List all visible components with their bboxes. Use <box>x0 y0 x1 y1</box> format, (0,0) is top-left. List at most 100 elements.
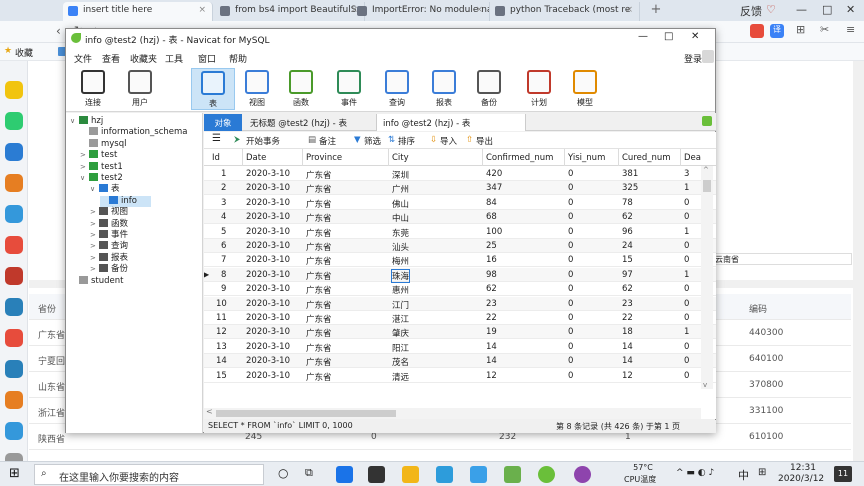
cell-confirmed_num[interactable]: 14 <box>486 342 497 352</box>
column-header[interactable]: Cured_num <box>622 153 671 163</box>
tree-node-test2[interactable]: ∨ test2 <box>80 173 123 184</box>
cell-confirmed_num[interactable]: 68 <box>486 212 497 222</box>
cell-confirmed_num[interactable]: 84 <box>486 198 497 208</box>
cell-confirmed_num[interactable]: 25 <box>486 241 497 251</box>
column-separator[interactable] <box>564 149 565 166</box>
cell-cured_num[interactable]: 14 <box>622 342 633 352</box>
cell-province[interactable]: 广东省 <box>306 313 332 325</box>
cell-cured_num[interactable]: 97 <box>622 270 633 280</box>
cell-city[interactable]: 中山 <box>392 212 409 224</box>
cell-city[interactable]: 深圳 <box>392 169 409 181</box>
table-row[interactable]: 2 2020-3-10 广东省 广州 347 0 325 1 <box>204 181 716 196</box>
tab-menu-icon[interactable] <box>702 116 712 126</box>
column-separator[interactable] <box>618 149 619 166</box>
cell-yisi_num[interactable]: 0 <box>568 169 573 179</box>
cell-province[interactable]: 广东省 <box>306 356 332 368</box>
cell-cured_num[interactable]: 22 <box>622 313 633 323</box>
back-icon[interactable]: ‹ <box>56 24 61 38</box>
edge-icon[interactable] <box>436 466 453 483</box>
cell-city[interactable]: 清远 <box>392 371 409 383</box>
cell-cured_num[interactable]: 12 <box>622 371 633 381</box>
cell-dea[interactable]: 0 <box>684 212 689 222</box>
cell-dea[interactable]: 0 <box>684 299 689 309</box>
grid-hscrollbar[interactable]: < <box>204 407 701 419</box>
cell-confirmed_num[interactable]: 16 <box>486 255 497 265</box>
table-row[interactable]: 13 2020-3-10 广东省 阳江 14 0 14 0 <box>204 340 716 354</box>
page-scrollbar[interactable] <box>853 61 864 461</box>
cell-confirmed_num[interactable]: 19 <box>486 327 497 337</box>
cell-province[interactable]: 广东省 <box>306 227 332 239</box>
cell-confirmed_num[interactable]: 22 <box>486 313 497 323</box>
cell-date[interactable]: 2020-3-10 <box>246 212 290 222</box>
cell-city[interactable]: 阳江 <box>392 342 409 354</box>
browser-tab[interactable]: python Traceback (most re × <box>490 2 640 21</box>
object-tab[interactable]: info @test2 (hzj) - 表 <box>376 114 526 131</box>
table-row[interactable]: 15 2020-3-10 广东省 清远 12 0 12 0 <box>204 369 716 383</box>
menu-item[interactable]: 工具 <box>165 52 183 65</box>
cell-date[interactable]: 2020-3-10 <box>246 255 290 265</box>
toolbar-calendar-button[interactable]: 计划 <box>517 68 561 110</box>
cell-dea[interactable]: 0 <box>684 342 689 352</box>
table-row[interactable]: 9 2020-3-10 广东省 惠州 62 0 62 0 <box>204 282 716 297</box>
column-header[interactable]: Confirmed_num <box>486 153 553 163</box>
store-icon[interactable] <box>368 466 385 483</box>
cell-confirmed_num[interactable]: 100 <box>486 227 502 237</box>
skin-icon[interactable]: ♡ <box>766 3 776 16</box>
cell-cured_num[interactable]: 381 <box>622 169 638 179</box>
clock-date[interactable]: 2020/3/12 <box>778 474 824 484</box>
column-header[interactable]: Dea <box>684 153 701 163</box>
cell-dea[interactable]: 0 <box>684 356 689 366</box>
app-icon[interactable] <box>574 466 591 483</box>
cell-yisi_num[interactable]: 0 <box>568 241 573 251</box>
tree-node-报表[interactable]: > 报表 <box>90 252 128 264</box>
cell-province[interactable]: 广东省 <box>306 270 332 282</box>
cell-dea[interactable]: 1 <box>684 327 689 337</box>
sidebar-clock-icon[interactable] <box>5 112 23 130</box>
toolbar-table-button[interactable]: 表 <box>191 68 235 110</box>
nv-close-button[interactable]: ✕ <box>691 31 699 42</box>
table-row[interactable]: 12 2020-3-10 广东省 肇庆 19 0 18 1 <box>204 325 716 340</box>
nv-minimize-button[interactable]: — <box>638 31 648 42</box>
cell-date[interactable]: 2020-3-10 <box>246 356 290 366</box>
begin-transaction-button[interactable]: 开始事务 <box>246 135 280 147</box>
toolbar-backup-button[interactable]: 备份 <box>467 68 511 110</box>
cell-confirmed_num[interactable]: 420 <box>486 169 502 179</box>
table-row[interactable]: 14 2020-3-10 广东省 茂名 14 0 14 0 <box>204 354 716 369</box>
tree-node-information_schema[interactable]: information_schema <box>80 127 188 138</box>
column-header[interactable]: Date <box>246 153 266 163</box>
cell-confirmed_num[interactable]: 23 <box>486 299 497 309</box>
toolbar-plug-button[interactable]: 连接 <box>71 68 115 110</box>
menu-item[interactable]: 文件 <box>74 52 92 65</box>
cut-icon[interactable]: ✂ <box>820 23 829 36</box>
tree-expand-icon[interactable]: > <box>90 219 99 230</box>
cell-date[interactable]: 2020-3-10 <box>246 284 290 294</box>
browser-icon[interactable] <box>470 466 487 483</box>
sidebar-word-icon[interactable] <box>5 143 23 161</box>
column-separator[interactable] <box>680 149 681 166</box>
cell-city[interactable]: 江门 <box>392 299 409 311</box>
cell-date[interactable]: 2020-3-10 <box>246 371 290 381</box>
cell-province[interactable]: 广东省 <box>306 212 332 224</box>
cell-id[interactable]: 3 <box>221 198 226 208</box>
memo-button[interactable]: 备注 <box>319 135 336 147</box>
cell-id[interactable]: 1 <box>221 169 226 179</box>
tree-node-事件[interactable]: > 事件 <box>90 230 128 241</box>
cell-dea[interactable]: 0 <box>684 371 689 381</box>
menu-icon[interactable]: ≡ <box>846 23 855 36</box>
cell-yisi_num[interactable]: 0 <box>568 299 573 309</box>
cell-yisi_num[interactable]: 0 <box>568 284 573 294</box>
sidebar-arrow-icon[interactable] <box>5 205 23 223</box>
tree-expand-icon[interactable]: > <box>90 264 99 275</box>
login-button[interactable]: 登录 <box>684 52 702 65</box>
cell-city[interactable]: 湛江 <box>392 313 409 325</box>
cell-id[interactable]: 10 <box>216 299 227 309</box>
tree-node-备份[interactable]: > 备份 <box>90 264 128 275</box>
cell-id[interactable]: 2 <box>221 183 226 193</box>
minimize-button[interactable]: — <box>796 3 807 16</box>
browser-tab[interactable]: ImportError: No module na × <box>352 2 490 21</box>
cell-confirmed_num[interactable]: 62 <box>486 284 497 294</box>
menu-item[interactable]: 窗口 <box>198 52 216 65</box>
browser-tab[interactable]: insert title here × <box>63 2 213 21</box>
cell-province[interactable]: 广东省 <box>306 327 332 339</box>
bookmarks-label[interactable]: 收藏 <box>15 46 33 59</box>
